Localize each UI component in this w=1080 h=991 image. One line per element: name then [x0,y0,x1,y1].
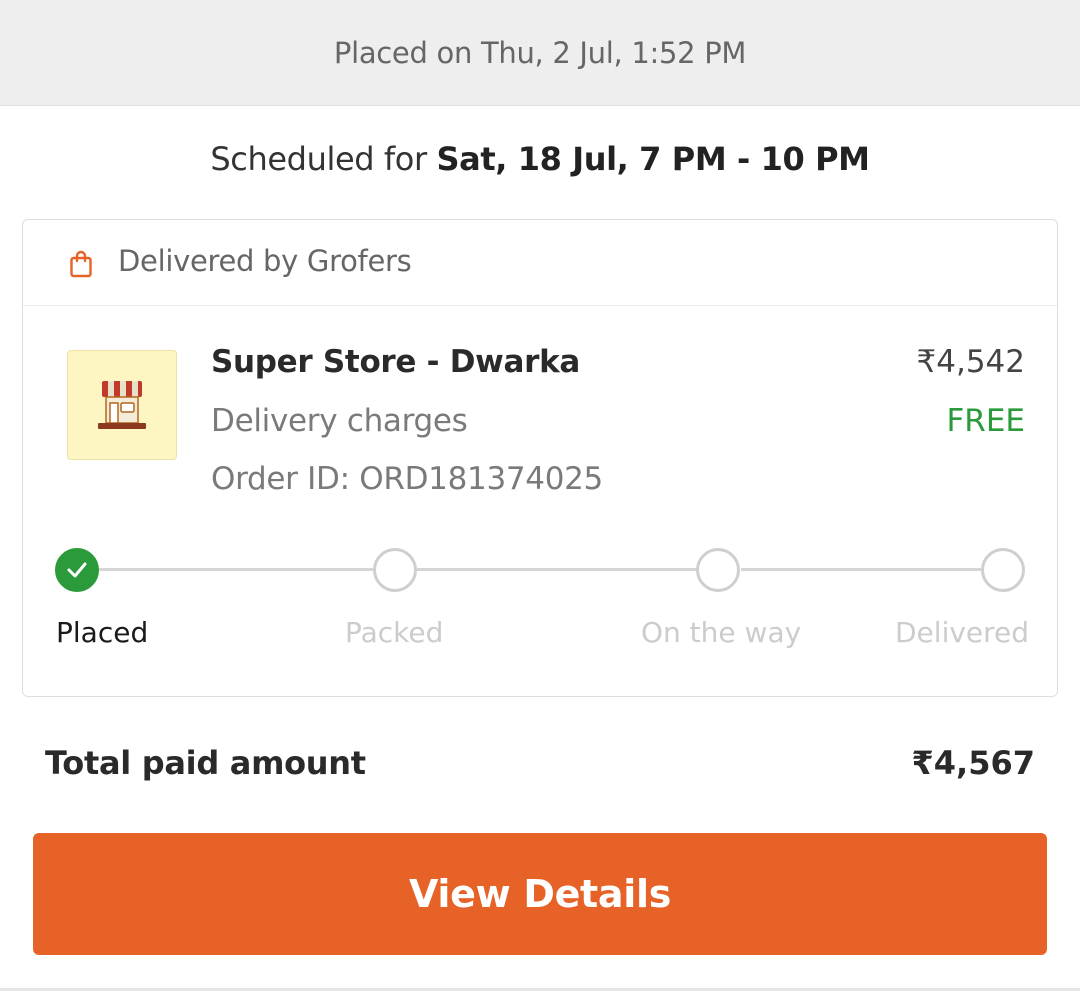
store-thumbnail [67,350,177,460]
storefront-icon [98,381,146,429]
total-paid-label: Total paid amount [45,744,366,782]
order-id: Order ID: ORD181374025 [211,461,603,497]
scheduled-slot: Scheduled for Sat, 18 Jul, 7 PM - 10 PM [0,140,1080,178]
step-placed-check-icon [55,548,99,592]
shopping-bag-icon [70,250,92,278]
track-segment [99,568,375,571]
step-label-placed: Placed [56,616,149,649]
step-packed-dot [373,548,417,592]
scheduled-prefix: Scheduled for [210,140,437,178]
placed-on-header: Placed on Thu, 2 Jul, 1:52 PM [0,0,1080,106]
order-card[interactable]: Delivered by Grofers Super Store - Dwark… [22,219,1058,697]
view-details-button[interactable]: View Details [33,833,1047,955]
store-price: ₹4,542 [916,344,1025,380]
scheduled-time: Sat, 18 Jul, 7 PM - 10 PM [436,140,871,178]
step-label-delivered: Delivered [895,616,1030,649]
step-delivered-dot [981,548,1025,592]
delivery-charges-label: Delivery charges [211,403,468,439]
placed-on-text: Placed on Thu, 2 Jul, 1:52 PM [333,35,747,70]
track-segment [417,568,697,571]
step-label-on-the-way: On the way [641,616,802,649]
delivered-by-row: Delivered by Grofers [23,220,1057,306]
total-paid-value: ₹4,567 [911,744,1035,782]
order-status-tracker: Placed Packed On the way Delivered [23,544,1057,654]
step-label-packed: Packed [345,616,444,649]
store-name: Super Store - Dwarka [211,344,581,380]
delivered-by-label: Delivered by Grofers [118,244,412,278]
track-segment [741,568,981,571]
step-on-the-way-dot [696,548,740,592]
delivery-charges-value: FREE [946,403,1025,439]
